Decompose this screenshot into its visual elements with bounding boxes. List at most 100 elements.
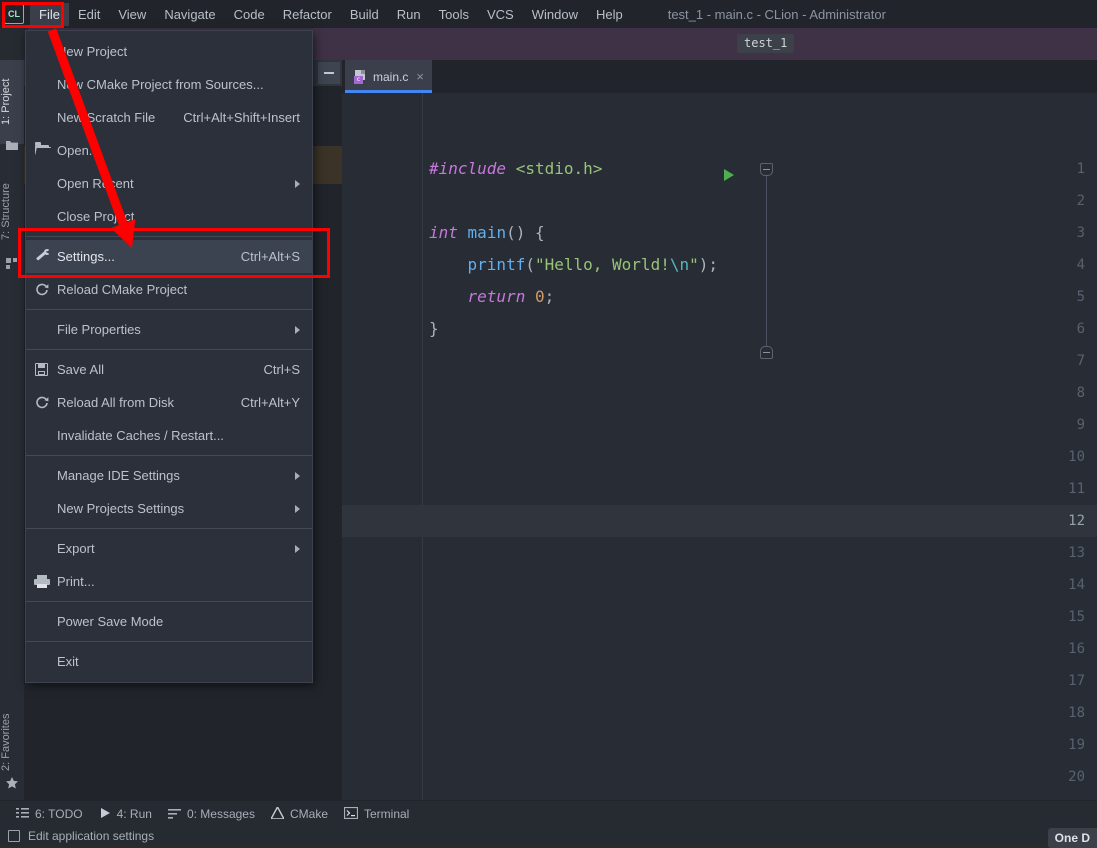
menubar-item-window[interactable]: Window: [523, 3, 587, 26]
clion-logo-icon: CL: [4, 4, 24, 24]
print-icon: [34, 575, 50, 588]
menu-item-open[interactable]: Open...: [26, 134, 312, 167]
menubar-item-help[interactable]: Help: [587, 3, 632, 26]
code-token: 0: [534, 287, 545, 306]
tool-window-button-6-todo[interactable]: 6: TODO: [16, 807, 83, 822]
menu-item-print[interactable]: Print...: [26, 565, 312, 598]
menu-separator: [26, 528, 312, 529]
code-line[interactable]: #include <stdio.h>: [429, 153, 602, 185]
run-configuration-selector[interactable]: test_1: [737, 34, 795, 53]
menubar-item-navigate[interactable]: Navigate: [155, 3, 224, 26]
menu-item-reload-cmake-project[interactable]: Reload CMake Project: [26, 273, 312, 306]
code-fold-line: [766, 172, 767, 354]
minimize-button[interactable]: [318, 62, 340, 84]
file-menu-dropdown: New Project New CMake Project from Source…: [25, 30, 313, 683]
menu-item-new-project[interactable]: New Project: [26, 35, 312, 68]
editor-text-area[interactable]: [423, 93, 1097, 800]
tool-window-button-terminal[interactable]: Terminal: [343, 806, 409, 822]
menu-item-new-projects-settings[interactable]: New Projects Settings: [26, 492, 312, 525]
line-number: 13: [1068, 545, 1085, 561]
fold-marker-open-icon[interactable]: [760, 163, 773, 176]
line-number: 15: [1068, 609, 1085, 625]
messages-icon: [167, 807, 181, 822]
sidebar-item-favorites-label: 2: Favorites: [0, 713, 12, 771]
menu-item-label: Print...: [57, 574, 95, 589]
menubar-item-edit[interactable]: Edit: [69, 3, 109, 26]
line-number: 10: [1068, 449, 1085, 465]
code-line[interactable]: int main() {: [429, 217, 545, 249]
menu-item-label: Reload All from Disk: [57, 395, 175, 410]
menu-item-shortcut: Ctrl+Alt+Shift+Insert: [183, 110, 300, 125]
run-gutter-icon[interactable]: [724, 169, 734, 181]
menu-item-shortcut: Ctrl+Alt+S: [240, 249, 300, 264]
menu-item-save-all[interactable]: Save All Ctrl+S: [26, 353, 312, 386]
menu-item-new-cmake-project-from-sources[interactable]: New CMake Project from Sources...: [26, 68, 312, 101]
menu-item-file-properties[interactable]: File Properties: [26, 313, 312, 346]
code-token: \n: [669, 255, 690, 274]
chevron-right-icon: [295, 544, 300, 553]
menu-item-new-scratch-file[interactable]: New Scratch File Ctrl+Alt+Shift+Insert: [26, 101, 312, 134]
editor-gutter[interactable]: [342, 93, 423, 800]
code-line[interactable]: printf("Hello, World!\n");: [429, 249, 718, 281]
menu-item-label: File Properties: [57, 322, 141, 337]
code-line[interactable]: }: [429, 313, 439, 345]
tool-window-button-cmake[interactable]: CMake: [269, 805, 328, 822]
sidebar-item-project[interactable]: 1: Project: [0, 60, 24, 144]
menu-item-close-project[interactable]: Close Project: [26, 200, 312, 233]
menu-item-label: Export: [57, 541, 95, 556]
line-number: 12: [1068, 513, 1085, 529]
menu-item-label: New Project: [57, 44, 128, 59]
code-line[interactable]: return 0;: [429, 281, 555, 313]
menubar-item-build[interactable]: Build: [341, 3, 388, 26]
code-token: <stdio.h>: [515, 159, 603, 178]
tool-window-button-0-messages[interactable]: 0: Messages: [167, 807, 255, 822]
code-token: }: [429, 319, 439, 338]
line-number: 18: [1068, 705, 1085, 721]
menubar-item-vcs[interactable]: VCS: [478, 3, 523, 26]
project-folder-icon: [5, 138, 19, 152]
chevron-right-icon: [295, 471, 300, 480]
menu-separator: [26, 349, 312, 350]
menu-item-reload-all-from-disk[interactable]: Reload All from Disk Ctrl+Alt+Y: [26, 386, 312, 419]
settings-status-icon: [8, 830, 20, 842]
menu-item-invalidate-caches-restart[interactable]: Invalidate Caches / Restart...: [26, 419, 312, 452]
close-icon[interactable]: ×: [416, 70, 424, 83]
star-icon: [5, 776, 19, 790]
refresh-icon: [34, 395, 50, 411]
menu-item-label: Power Save Mode: [57, 614, 164, 629]
code-token: );: [698, 255, 718, 274]
menubar-item-run[interactable]: Run: [388, 3, 430, 26]
line-number: 11: [1068, 481, 1085, 497]
menubar-item-tools[interactable]: Tools: [430, 3, 478, 26]
tool-window-button-label: 0: Messages: [186, 807, 255, 821]
play-icon: [99, 807, 111, 822]
tool-window-button-label: CMake: [289, 807, 328, 821]
editor-tab-main-c[interactable]: c main.c ×: [345, 60, 432, 93]
editor-tab-label: main.c: [373, 69, 409, 84]
minimize-icon: [324, 72, 334, 74]
menu-item-label: Invalidate Caches / Restart...: [57, 428, 224, 443]
menu-item-settings[interactable]: Settings... Ctrl+Alt+S: [26, 240, 312, 273]
save-icon: [35, 363, 48, 376]
menubar-item-view[interactable]: View: [109, 3, 155, 26]
menu-item-open-recent[interactable]: Open Recent: [26, 167, 312, 200]
menu-item-manage-ide-settings[interactable]: Manage IDE Settings: [26, 459, 312, 492]
tool-window-button-4-run[interactable]: 4: Run: [99, 807, 152, 822]
fold-marker-close-icon[interactable]: [760, 346, 773, 359]
chevron-right-icon: [295, 504, 300, 513]
menubar-item-code[interactable]: Code: [225, 3, 274, 26]
menubar-item-refactor[interactable]: Refactor: [274, 3, 341, 26]
line-number: 5: [1076, 289, 1085, 305]
menu-item-export[interactable]: Export: [26, 532, 312, 565]
menu-item-power-save-mode[interactable]: Power Save Mode: [26, 605, 312, 638]
code-token: main: [467, 223, 507, 242]
menu-item-label: Close Project: [57, 209, 135, 224]
sidebar-item-structure[interactable]: 7: Structure: [0, 162, 24, 262]
menu-item-exit[interactable]: Exit: [26, 645, 312, 678]
refresh-icon: [34, 282, 50, 298]
menubar-item-file[interactable]: File: [30, 2, 69, 26]
code-token: printf: [467, 255, 526, 274]
